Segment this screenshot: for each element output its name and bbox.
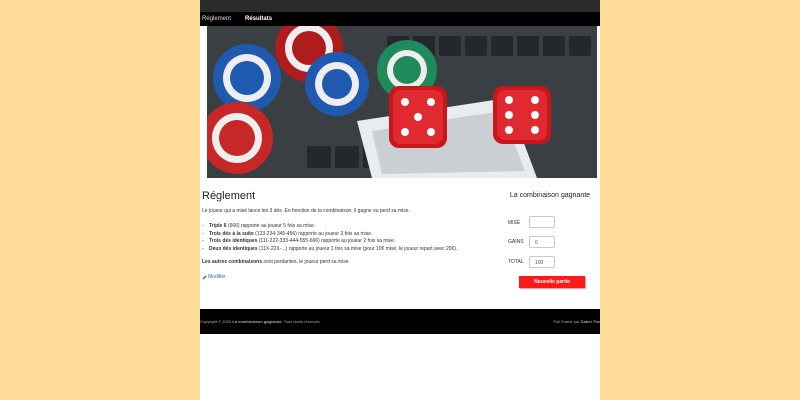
main-nav: Réglement Résultats [200,12,600,26]
mise-input[interactable] [529,216,555,228]
total-label: TOTAL [508,259,524,265]
rule-item: - Trois dés identiques (111-222-333-444-5… [202,238,396,244]
casino-illustration [207,26,597,178]
new-game-button[interactable]: Nouvelle partie [519,276,585,288]
rule-item: - Deux dés identiques (11X-22X-...) rappo… [202,245,458,252]
mise-label: MISE [508,220,521,226]
rule-item: - Triple 6 (666) rapporte au joueur 5 foi… [202,223,316,229]
rule-item: - Trois dés à la suite (123-234-345-456) … [202,230,373,237]
page: Réglement Résultats Réglement Le joueur … [200,0,600,400]
top-bar [200,0,600,12]
pencil-icon [202,275,207,279]
modify-link[interactable]: Modifier [202,274,502,280]
rules-section: Réglement Le joueur qui a misé lance les… [202,190,502,280]
rules-intro: Le joueur qui a misé lance les 3 dés. En… [202,208,410,214]
nav-item-reglement[interactable]: Réglement [202,16,231,22]
theme-author-link[interactable]: Catch The [581,319,600,324]
modify-label: Modifier [208,274,226,280]
copyright: Copyright © 2020 La combinaison gagnante… [200,319,320,324]
nav-item-resultats[interactable]: Résultats [245,16,272,22]
game-panel: La combinaison gagnante MISE GAINS 0 TOT… [500,192,600,288]
rules-list: - Triple 6 (666) rapporte au joueur 5 foi… [202,223,502,253]
footer: Copyright © 2020 La combinaison gagnante… [200,309,600,334]
hero-image [207,26,597,178]
rules-title: Réglement [202,190,256,202]
gains-label: GAINS [508,239,524,245]
theme-credit: Full Frame par Catch The [553,319,600,324]
total-input[interactable]: 100 [529,256,555,268]
game-title: La combinaison gagnante [509,192,591,199]
rules-others: Les autres combinaisons sont perdantes, … [202,259,349,265]
gains-input[interactable]: 0 [529,236,555,248]
